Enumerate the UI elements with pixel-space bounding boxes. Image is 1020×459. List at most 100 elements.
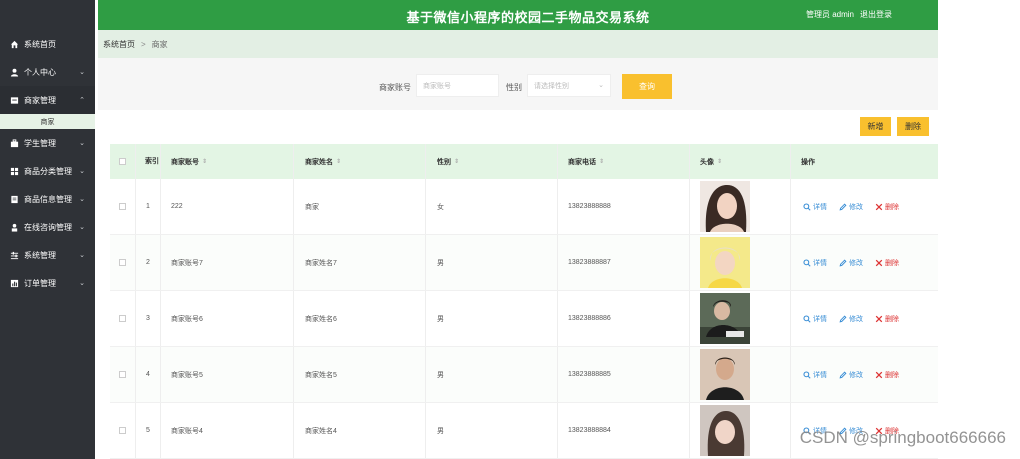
detail-label: 详情 bbox=[813, 259, 827, 267]
delete-button[interactable]: 删除 bbox=[875, 370, 899, 380]
column-divider bbox=[135, 179, 136, 234]
sidebar-item-label: 学生管理 bbox=[24, 138, 56, 148]
detail-button[interactable]: 详情 bbox=[803, 370, 827, 380]
top-header: 基于微信小程序的校园二手物品交易系统 管理员 admin 退出登录 bbox=[98, 0, 938, 30]
row-checkbox[interactable] bbox=[119, 403, 126, 458]
sidebar-item-label: 商品分类管理 bbox=[24, 166, 72, 176]
cell-index: 3 bbox=[146, 315, 150, 322]
detail-button[interactable]: 详情 bbox=[803, 314, 827, 324]
column-divider bbox=[689, 235, 690, 290]
breadcrumb: 系统首页 > 商家 bbox=[98, 30, 938, 58]
query-button[interactable]: 查询 bbox=[622, 74, 672, 99]
user-area: 管理员 admin 退出登录 bbox=[806, 9, 892, 20]
user-icon bbox=[10, 68, 19, 77]
detail-button[interactable]: 详情 bbox=[803, 202, 827, 212]
row-checkbox[interactable] bbox=[119, 291, 126, 346]
column-divider bbox=[790, 235, 791, 290]
checkbox-box bbox=[119, 158, 126, 165]
merchant-table: 索引 商家账号 ⇕ 商家姓名 ⇕ 性别 ⇕ 商家电话 ⇕ 头像 ⇕ 操作 1 222 商家… bbox=[110, 144, 938, 459]
row-checkbox[interactable] bbox=[119, 179, 126, 234]
sidebar-top bbox=[0, 0, 95, 30]
column-divider bbox=[557, 144, 558, 179]
column-divider bbox=[425, 291, 426, 346]
avatar[interactable] bbox=[700, 181, 750, 232]
delete-label: 删除 bbox=[885, 259, 899, 267]
chevron-up-icon: ⌃ bbox=[79, 97, 85, 104]
detail-button[interactable]: 详情 bbox=[803, 258, 827, 268]
batch-delete-button[interactable]: 删除 bbox=[897, 117, 929, 136]
header-phone-label: 商家电话 bbox=[568, 158, 596, 166]
edit-button[interactable]: 修改 bbox=[839, 314, 863, 324]
column-divider bbox=[135, 144, 136, 179]
search-icon bbox=[803, 314, 811, 323]
sidebar-item-categories[interactable]: 商品分类管理 ⌄ bbox=[0, 157, 95, 185]
edit-label: 修改 bbox=[849, 371, 863, 379]
pencil-icon bbox=[839, 259, 847, 266]
column-divider bbox=[160, 235, 161, 290]
detail-label: 详情 bbox=[813, 315, 827, 323]
column-divider bbox=[135, 291, 136, 346]
close-icon bbox=[875, 371, 883, 378]
chevron-down-icon: ⌄ bbox=[79, 69, 85, 76]
close-icon bbox=[875, 315, 883, 322]
pencil-icon bbox=[839, 371, 847, 378]
column-divider bbox=[689, 403, 690, 458]
column-divider bbox=[790, 179, 791, 234]
sidebar-item-students[interactable]: 学生管理 ⌄ bbox=[0, 129, 95, 157]
sidebar-item-home[interactable]: 系统首页 bbox=[0, 30, 95, 58]
avatar[interactable] bbox=[700, 237, 750, 288]
row-actions: 详情 修改 删除 bbox=[803, 235, 911, 290]
sidebar-item-goods[interactable]: 商品信息管理 ⌄ bbox=[0, 185, 95, 213]
breadcrumb-home[interactable]: 系统首页 bbox=[103, 39, 135, 50]
cell-gender: 男 bbox=[437, 315, 444, 323]
cell-name: 商家 bbox=[305, 203, 319, 211]
edit-button[interactable]: 修改 bbox=[839, 258, 863, 268]
gender-select[interactable]: 请选择性别 ⌄ bbox=[527, 74, 611, 97]
column-divider bbox=[689, 144, 690, 179]
header-avatar[interactable]: 头像 ⇕ bbox=[700, 144, 722, 179]
search-icon bbox=[803, 370, 811, 379]
breadcrumb-current: 商家 bbox=[151, 39, 168, 49]
sidebar-subitem-merchant[interactable]: 商家 bbox=[0, 114, 95, 129]
edit-button[interactable]: 修改 bbox=[839, 202, 863, 212]
sidebar-item-orders[interactable]: 订单管理 ⌄ bbox=[0, 269, 95, 297]
chevron-down-icon: ⌄ bbox=[598, 82, 604, 89]
gender-label: 性别 bbox=[506, 83, 522, 92]
header-phone[interactable]: 商家电话 ⇕ bbox=[568, 144, 604, 179]
sidebar-item-label: 个人中心 bbox=[24, 67, 56, 77]
table-row: 1 222 商家 女 13823888888 详情 修改 删除 bbox=[110, 179, 938, 235]
avatar[interactable] bbox=[700, 349, 750, 400]
column-divider bbox=[135, 403, 136, 458]
edit-button[interactable]: 修改 bbox=[839, 370, 863, 380]
add-button[interactable]: 新增 bbox=[860, 117, 891, 136]
table-row: 4 商家账号5 商家姓名5 男 13823888885 详情 修改 删除 bbox=[110, 347, 938, 403]
doc-icon bbox=[10, 195, 19, 204]
checkbox-box bbox=[119, 203, 126, 210]
account-input[interactable]: 商家账号 bbox=[416, 74, 499, 97]
search-bar: 商家账号 商家账号 性别 请选择性别 ⌄ 查询 bbox=[98, 58, 938, 110]
column-divider bbox=[790, 403, 791, 458]
delete-button[interactable]: 删除 bbox=[875, 314, 899, 324]
delete-button[interactable]: 删除 bbox=[875, 202, 899, 212]
header-account[interactable]: 商家账号 ⇕ bbox=[171, 144, 207, 179]
sidebar-item-consult[interactable]: 在线咨询管理 ⌄ bbox=[0, 213, 95, 241]
sidebar-item-profile[interactable]: 个人中心 ⌄ bbox=[0, 58, 95, 86]
delete-button[interactable]: 删除 bbox=[875, 258, 899, 268]
sidebar-item-merchant[interactable]: 商家管理 ⌃ bbox=[0, 86, 95, 114]
row-checkbox[interactable] bbox=[119, 347, 126, 402]
account-label: 商家账号 bbox=[379, 83, 411, 92]
column-divider bbox=[160, 179, 161, 234]
header-name[interactable]: 商家姓名 ⇕ bbox=[305, 144, 341, 179]
row-checkbox[interactable] bbox=[119, 235, 126, 290]
logout-link[interactable]: 退出登录 bbox=[860, 10, 892, 19]
avatar[interactable] bbox=[700, 405, 750, 456]
cell-account: 商家账号7 bbox=[171, 259, 203, 267]
cell-name: 商家姓名4 bbox=[305, 427, 337, 435]
header-ops: 操作 bbox=[801, 158, 815, 166]
header-gender[interactable]: 性别 ⇕ bbox=[437, 144, 459, 179]
select-all-checkbox[interactable] bbox=[119, 144, 126, 179]
column-divider bbox=[293, 144, 294, 179]
cell-phone: 13823888886 bbox=[568, 315, 611, 322]
avatar[interactable] bbox=[700, 293, 750, 344]
sidebar-item-system[interactable]: 系统管理 ⌄ bbox=[0, 241, 95, 269]
